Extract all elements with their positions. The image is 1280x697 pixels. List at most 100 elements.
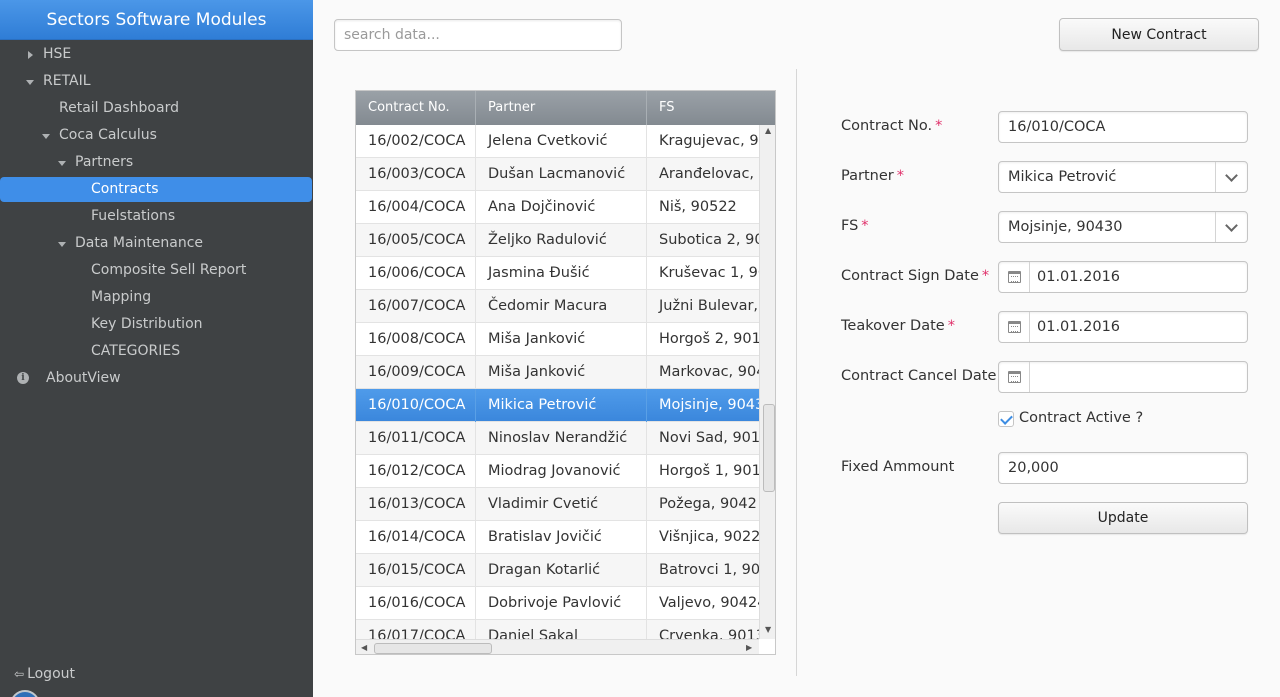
cell-partner: Miša Janković (476, 356, 647, 389)
avatar[interactable] (10, 690, 40, 697)
sidebar-item-contracts[interactable]: Contracts (0, 177, 312, 202)
contract-active-checkbox[interactable] (998, 411, 1014, 427)
cell-fs: Horgoš 2, 901 (659, 331, 759, 347)
cancel-date-label: Contract Cancel Date (841, 368, 997, 384)
column-header-partner[interactable]: Partner (476, 91, 647, 125)
table-row[interactable]: 16/012/COCA Miodrag Jovanović Horgoš 1, 90… (356, 455, 759, 488)
fixed-amount-value: 20,000 (1008, 460, 1059, 476)
cell-fs: Kruševac 1, 90 (659, 265, 759, 281)
sidebar-item-retail-dashboard[interactable]: Retail Dashboard (0, 96, 312, 121)
sidebar-item-coca-calculus[interactable]: Coca Calculus (0, 123, 312, 148)
sidebar-item-label: Mapping (91, 289, 152, 305)
table-row[interactable]: 16/003/COCA Dušan Lacmanović Aranđelovac, … (356, 158, 759, 191)
table-row[interactable]: 16/008/COCA Miša Janković Horgoš 2, 901 (356, 323, 759, 356)
sidebar-item-label: CATEGORIES (91, 343, 181, 359)
cell-fs: Markovac, 904 (659, 364, 759, 380)
table-row[interactable]: 16/016/COCA Dobrivoje Pavlović Valjevo, 90… (356, 587, 759, 620)
takeover-date-picker-button[interactable] (999, 312, 1030, 342)
cell-fs: Višnjica, 9022 (659, 529, 759, 545)
table-row[interactable]: 16/002/COCA Jelena Cvetković Kragujevac, 9… (356, 125, 759, 158)
sidebar-item-partners[interactable]: Partners (0, 150, 312, 175)
fs-combobox[interactable]: Mojsinje, 90430 (998, 211, 1248, 243)
scroll-up-icon[interactable]: ▲ (765, 126, 771, 135)
sidebar-item-hse[interactable]: HSE (0, 42, 312, 67)
fs-dropdown-button[interactable] (1215, 212, 1247, 242)
table-row[interactable]: 16/017/COCA Daniel Sakal Crvenka, 9013 (356, 620, 759, 639)
table-row[interactable]: 16/006/COCA Jasmina Đušić Kruševac 1, 90 (356, 257, 759, 290)
sidebar-item-label: Composite Sell Report (91, 262, 247, 278)
cell-partner: Vladimir Cvetić (476, 488, 647, 521)
sidebar-item-aboutview[interactable]: i AboutView (0, 366, 312, 391)
scroll-down-icon[interactable]: ▼ (765, 625, 771, 634)
column-header-contract-no[interactable]: Contract No. (356, 91, 476, 125)
cell-contract-no: 16/013/COCA (356, 488, 476, 521)
table-row[interactable]: 16/007/COCA Čedomir Macura Južni Bulevar, (356, 290, 759, 323)
contract-active-label[interactable]: Contract Active ? (1019, 410, 1143, 426)
partner-dropdown-button[interactable] (1215, 162, 1247, 192)
scroll-left-icon[interactable]: ◀ (361, 643, 367, 652)
update-button[interactable]: Update (998, 502, 1248, 534)
table-row[interactable]: 16/005/COCA Željko Radulović Subotica 2, 9… (356, 224, 759, 257)
horizontal-scrollbar[interactable]: ◀ ▶ (356, 639, 759, 654)
caret-down-icon (26, 80, 34, 85)
cell-fs: Požega, 9042 (659, 496, 757, 512)
sidebar-item-retail[interactable]: RETAIL (0, 69, 312, 94)
sidebar-item-label: Key Distribution (91, 316, 203, 332)
partner-combobox[interactable]: Mikica Petrović (998, 161, 1248, 193)
cell-fs: Batrovci 1, 904 (659, 562, 759, 578)
sidebar: Sectors Software Modules HSE RETAIL Reta… (0, 0, 313, 697)
cell-contract-no: 16/005/COCA (356, 224, 476, 257)
vertical-scroll-thumb[interactable] (763, 404, 775, 492)
sidebar-item-key-distribution[interactable]: Key Distribution (0, 312, 312, 337)
sign-date-picker-button[interactable] (999, 262, 1030, 292)
table-row[interactable]: 16/009/COCA Miša Janković Markovac, 904 (356, 356, 759, 389)
cell-fs: Subotica 2, 90 (659, 232, 759, 248)
sidebar-item-composite-sell-report[interactable]: Composite Sell Report (0, 258, 312, 283)
sidebar-item-categories[interactable]: CATEGORIES (0, 339, 312, 364)
sidebar-item-mapping[interactable]: Mapping (0, 285, 312, 310)
new-contract-button[interactable]: New Contract (1059, 18, 1259, 51)
vertical-scrollbar[interactable]: ▲ ▼ (759, 125, 775, 639)
sidebar-item-fuelstations[interactable]: Fuelstations (0, 204, 312, 229)
table-row[interactable]: 16/013/COCA Vladimir Cvetić Požega, 9042 (356, 488, 759, 521)
sidebar-item-data-maintenance[interactable]: Data Maintenance (0, 231, 312, 256)
fixed-amount-field[interactable]: 20,000 (998, 452, 1248, 484)
cell-contract-no: 16/002/COCA (356, 125, 476, 158)
calendar-icon (1008, 271, 1021, 283)
contract-no-field[interactable]: 16/010/COCA (998, 111, 1248, 143)
cell-fs: Mojsinje, 9043 (659, 397, 759, 413)
sidebar-item-label: Fuelstations (91, 208, 176, 224)
table-row[interactable]: 16/011/COCA Ninoslav Nerandžić Novi Sad, 9… (356, 422, 759, 455)
takeover-date-field[interactable]: 01.01.2016 (998, 311, 1248, 343)
cell-partner: Dragan Kotarlić (476, 554, 647, 587)
scroll-right-icon[interactable]: ▶ (746, 643, 752, 652)
table-row[interactable]: 16/010/COCA Mikica Petrović Mojsinje, 9043 (356, 389, 759, 422)
search-input[interactable] (334, 19, 622, 51)
cell-fs: Horgoš 1, 901 (659, 463, 759, 479)
cell-contract-no: 16/004/COCA (356, 191, 476, 224)
caret-down-icon (58, 242, 66, 247)
cell-fs: Valjevo, 90424 (659, 595, 759, 611)
table-row[interactable]: 16/004/COCA Ana Dojčinović Niš, 90522 (356, 191, 759, 224)
column-header-fs[interactable]: FS (647, 91, 775, 125)
cancel-date-field[interactable] (998, 361, 1248, 393)
table-row[interactable]: 16/014/COCA Bratislav Jovičić Višnjica, 90… (356, 521, 759, 554)
contract-no-value: 16/010/COCA (1008, 119, 1106, 135)
sidebar-item-label: Retail Dashboard (59, 100, 179, 116)
cancel-date-picker-button[interactable] (999, 362, 1030, 392)
logout-link[interactable]: ⇦ Logout (14, 666, 75, 682)
vertical-divider (796, 69, 797, 676)
chevron-down-icon (1225, 219, 1238, 232)
partner-value: Mikica Petrović (1008, 169, 1117, 185)
cell-partner: Dušan Lacmanović (476, 158, 647, 191)
sign-date-field[interactable]: 01.01.2016 (998, 261, 1248, 293)
sign-date-label: Contract Sign Date * (841, 268, 990, 284)
cell-partner: Ana Dojčinović (476, 191, 647, 224)
table-body: 16/002/COCA Jelena Cvetković Kragujevac, 9… (356, 125, 759, 639)
cell-partner: Miša Janković (476, 323, 647, 356)
takeover-date-label: Teakover Date * (841, 318, 955, 334)
fixed-amount-label: Fixed Ammount (841, 459, 955, 475)
sidebar-item-label: HSE (43, 46, 72, 62)
table-row[interactable]: 16/015/COCA Dragan Kotarlić Batrovci 1, 90… (356, 554, 759, 587)
horizontal-scroll-thumb[interactable] (374, 643, 492, 654)
